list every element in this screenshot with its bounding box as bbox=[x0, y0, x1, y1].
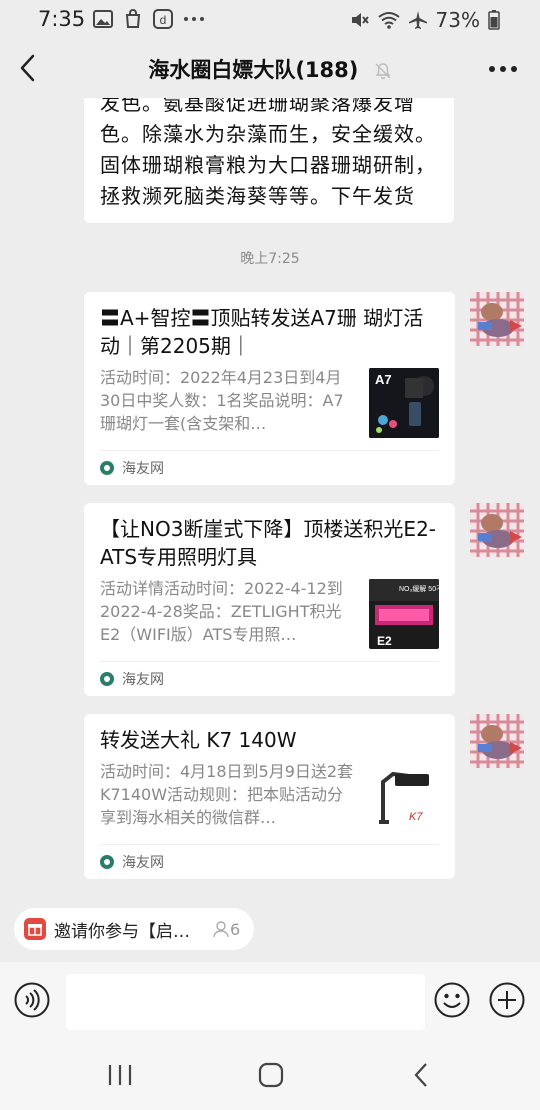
card-source: 海友网 bbox=[100, 450, 439, 485]
card-description: 活动详情活动时间：2022-4-12到2022-4-28奖品：ZETLIGHT积… bbox=[100, 579, 343, 644]
source-logo-icon bbox=[100, 461, 114, 475]
avatar[interactable] bbox=[470, 503, 524, 557]
message-input-bar bbox=[0, 962, 540, 1040]
link-card[interactable]: 〓A+智控〓顶贴转发送A7珊 瑚灯活动｜第2205期｜ 活动时间：2022年4月… bbox=[84, 292, 455, 485]
airplane-icon bbox=[408, 11, 427, 29]
more-options-icon[interactable] bbox=[488, 64, 518, 74]
chat-messages[interactable]: 发色。氨基酸促进珊瑚聚落爆发增 色。除藻水为杂藻而生，安全缓效。 固体珊瑚粮膏粮… bbox=[0, 98, 540, 896]
coral-light-image: A7 bbox=[369, 368, 439, 438]
source-logo-icon bbox=[100, 672, 114, 686]
text-message-bubble[interactable]: 发色。氨基酸促进珊瑚聚落爆发增 色。除藻水为杂藻而生，安全缓效。 固体珊瑚粮膏粮… bbox=[84, 98, 454, 223]
card-title: 转发送大礼 K7 140W bbox=[100, 728, 297, 752]
wifi-icon bbox=[377, 12, 400, 29]
message-timestamp: 晚上7:25 bbox=[240, 251, 300, 267]
shopping-bag-icon bbox=[125, 9, 141, 28]
card-thumbnail-k7: K7 bbox=[369, 762, 439, 832]
card-body: 活动时间：2022年4月23日到4月30日中奖人数：1名奖品说明：A7珊瑚灯一套… bbox=[100, 366, 439, 438]
source-logo-icon bbox=[100, 855, 114, 869]
card-source: 海友网 bbox=[100, 661, 439, 696]
voice-input-icon[interactable] bbox=[14, 982, 50, 1018]
person-icon bbox=[213, 921, 229, 938]
ats-light-image: E2 NO₃缓解 50不费用 bbox=[369, 579, 439, 649]
card-title: 【让NO3断崖式下降】顶楼送积光E2-ATS专用照明灯具 bbox=[100, 517, 437, 569]
thumb-label: K7 bbox=[409, 811, 423, 823]
mute-icon bbox=[351, 13, 369, 27]
participant-count: 6 bbox=[212, 920, 240, 939]
avatar-image bbox=[470, 292, 524, 346]
app-d-icon: d bbox=[153, 9, 173, 29]
thumb-label: NO₃缓解 50不费用 bbox=[399, 584, 439, 593]
avatar-image bbox=[470, 714, 524, 768]
more-dots-icon bbox=[184, 17, 204, 21]
message-line: 固体珊瑚粮膏粮为大口器珊瑚研制， bbox=[100, 153, 436, 177]
message-input[interactable] bbox=[66, 974, 425, 1030]
status-icons-right: 73% bbox=[350, 8, 500, 32]
k7-light-image: K7 bbox=[369, 762, 439, 832]
source-name: 海友网 bbox=[122, 855, 164, 871]
card-body: 活动时间：4月18日到5月9日送2套K7140W活动规则：把本贴活动分享到海水相… bbox=[100, 760, 439, 832]
battery-icon bbox=[488, 10, 500, 30]
card-source: 海友网 bbox=[100, 844, 439, 879]
link-card[interactable]: 【让NO3断崖式下降】顶楼送积光E2-ATS专用照明灯具 活动详情活动时间：20… bbox=[84, 503, 455, 696]
chat-header: 海水圈白嫖大队(188) bbox=[0, 38, 540, 98]
card-description: 活动时间：4月18日到5月9日送2套K7140W活动规则：把本贴活动分享到海水相… bbox=[100, 762, 354, 827]
card-thumbnail-e2: E2 NO₃缓解 50不费用 bbox=[369, 579, 439, 649]
gift-icon bbox=[24, 918, 46, 940]
svg-text:d: d bbox=[160, 13, 167, 27]
message-line: 发色。氨基酸促进珊瑚聚落爆发增 bbox=[100, 98, 415, 115]
status-time: 7:35 bbox=[38, 7, 86, 31]
system-navigation-bar bbox=[0, 1040, 540, 1110]
muted-bell-icon bbox=[375, 63, 391, 80]
status-icons-left: d bbox=[93, 9, 205, 29]
thumb-label: A7 bbox=[375, 372, 392, 387]
system-back-icon[interactable] bbox=[406, 1060, 436, 1090]
source-name: 海友网 bbox=[122, 461, 164, 477]
avatar[interactable] bbox=[470, 292, 524, 346]
card-description: 活动时间：2022年4月23日到4月30日中奖人数：1名奖品说明：A7珊瑚灯一套… bbox=[100, 368, 344, 433]
group-notice-pill[interactable]: 邀请你参与【启… 6 bbox=[14, 908, 255, 950]
chat-title-text: 海水圈白嫖大队(188) bbox=[148, 58, 359, 82]
card-title: 〓A+智控〓顶贴转发送A7珊 瑚灯活动｜第2205期｜ bbox=[100, 306, 424, 358]
gallery-icon bbox=[93, 10, 113, 28]
home-icon[interactable] bbox=[256, 1060, 286, 1090]
status-bar: 7:35 d 73% bbox=[0, 0, 540, 38]
thumb-label: E2 bbox=[377, 634, 392, 648]
battery-percent: 73% bbox=[435, 8, 480, 32]
card-body: 活动详情活动时间：2022-4-12到2022-4-28奖品：ZETLIGHT积… bbox=[100, 577, 439, 649]
avatar[interactable] bbox=[470, 714, 524, 768]
message-line: 色。除藻水为杂藻而生，安全缓效。 bbox=[100, 122, 436, 146]
notice-text: 邀请你参与【启… bbox=[54, 921, 190, 942]
message-line: 拯救濒死脑类海葵等等。下午发货 bbox=[100, 184, 415, 208]
link-card[interactable]: 转发送大礼 K7 140W 活动时间：4月18日到5月9日送2套K7140W活动… bbox=[84, 714, 455, 879]
participant-count-value: 6 bbox=[230, 919, 241, 939]
card-thumbnail-a7: A7 bbox=[369, 368, 439, 438]
add-more-icon[interactable] bbox=[489, 982, 525, 1018]
emoji-icon[interactable] bbox=[434, 982, 470, 1018]
avatar-image bbox=[470, 503, 524, 557]
recent-apps-icon[interactable] bbox=[105, 1060, 135, 1090]
source-name: 海友网 bbox=[122, 672, 164, 688]
chat-title: 海水圈白嫖大队(188) bbox=[0, 54, 540, 84]
